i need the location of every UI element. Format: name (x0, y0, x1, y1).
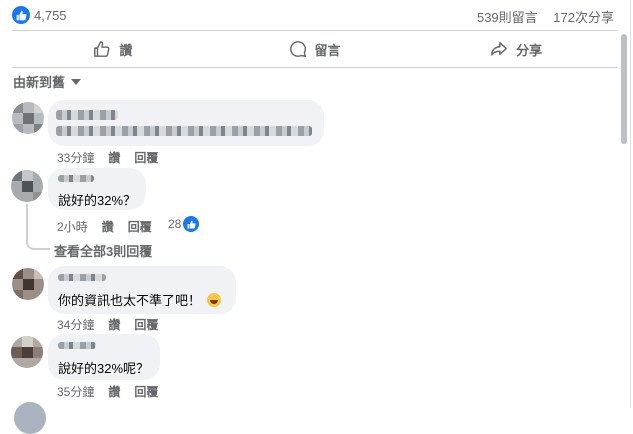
comment-meta: 35分鐘 讚 回覆 (57, 383, 158, 400)
comment-button[interactable]: 留言 (214, 34, 416, 64)
comment-bubble (48, 100, 324, 146)
comment-reply-link[interactable]: 回覆 (128, 218, 152, 235)
thumbs-up-icon (94, 41, 110, 57)
comment-like-link[interactable]: 讚 (108, 383, 120, 400)
share-button-label: 分享 (516, 42, 543, 58)
like-reaction-icon[interactable] (12, 6, 30, 24)
comment-reply-link[interactable]: 回覆 (134, 149, 158, 166)
comment-meta: 33分鐘 讚 回覆 (57, 149, 158, 166)
laughing-emoji-icon (207, 293, 222, 307)
comment-text: 你的資訊也太不準了吧！ (58, 293, 202, 308)
caret-down-icon (71, 78, 82, 85)
comment-like-link[interactable]: 讚 (102, 218, 114, 235)
share-button[interactable]: 分享 (415, 34, 617, 64)
comment-bubble: 說好的32%呢？ (48, 334, 160, 380)
divider (12, 30, 617, 31)
sort-dropdown[interactable]: 由新到舊 (13, 72, 82, 91)
avatar[interactable] (12, 102, 44, 134)
comment-meta: 34分鐘 讚 回覆 (57, 316, 158, 333)
comment-button-label: 留言 (314, 42, 341, 58)
comment-bubble: 說好的32%？ (48, 168, 146, 210)
comment-reply-link[interactable]: 回覆 (134, 383, 158, 400)
redacted-author-name (58, 342, 96, 349)
redacted-author-name (58, 274, 106, 281)
comment-reply-link[interactable]: 回覆 (134, 316, 158, 333)
reaction-summary: 4,755 539則留言 172次分享 (12, 6, 622, 26)
speech-bubble-icon (289, 41, 306, 58)
avatar[interactable] (12, 268, 44, 300)
comment-like-link[interactable]: 讚 (108, 149, 120, 166)
comments-panel: 4,755 539則留言 172次分享 讚 留言 分享 由新到舊 33分鐘 讚 … (0, 0, 633, 434)
avatar[interactable] (14, 402, 46, 434)
panel-border (630, 0, 631, 408)
reply-thread-line (26, 204, 50, 250)
comment-reactions[interactable]: 28 (168, 216, 200, 232)
redacted-comment-text (56, 126, 312, 136)
scrollbar-thumb[interactable] (621, 34, 627, 144)
comment-time[interactable]: 33分鐘 (57, 149, 94, 166)
comment-text: 說好的32%？ (58, 193, 137, 208)
action-bar: 讚 留言 分享 (12, 34, 617, 64)
redacted-author-name (56, 110, 118, 120)
comment-time[interactable]: 34分鐘 (57, 316, 94, 333)
comment-like-link[interactable]: 讚 (108, 316, 120, 333)
share-arrow-icon (491, 41, 508, 56)
reaction-count: 28 (168, 217, 182, 231)
avatar[interactable] (11, 170, 43, 202)
comment-text-wrap: 你的資訊也太不準了吧！ (58, 290, 222, 309)
comment-text: 說好的32%呢？ (58, 361, 150, 376)
sort-label: 由新到舊 (13, 75, 66, 90)
divider (12, 67, 617, 68)
comment-time[interactable]: 2小時 (57, 218, 88, 235)
comment-meta: 2小時 讚 回覆 (57, 218, 152, 235)
share-count[interactable]: 172次分享 (553, 10, 614, 25)
comment-bubble: 你的資訊也太不準了吧！ (48, 266, 236, 314)
summary-right: 539則留言 172次分享 (465, 7, 614, 26)
like-count[interactable]: 4,755 (34, 8, 67, 23)
like-reaction-icon (183, 216, 200, 232)
like-button[interactable]: 讚 (12, 34, 214, 64)
avatar[interactable] (11, 336, 43, 368)
redacted-author-name (58, 175, 94, 182)
comment-count[interactable]: 539則留言 (477, 10, 538, 25)
view-replies-link[interactable]: 查看全部3則回覆 (54, 241, 152, 260)
comment-time[interactable]: 35分鐘 (57, 383, 94, 400)
like-button-label: 讚 (119, 42, 133, 58)
